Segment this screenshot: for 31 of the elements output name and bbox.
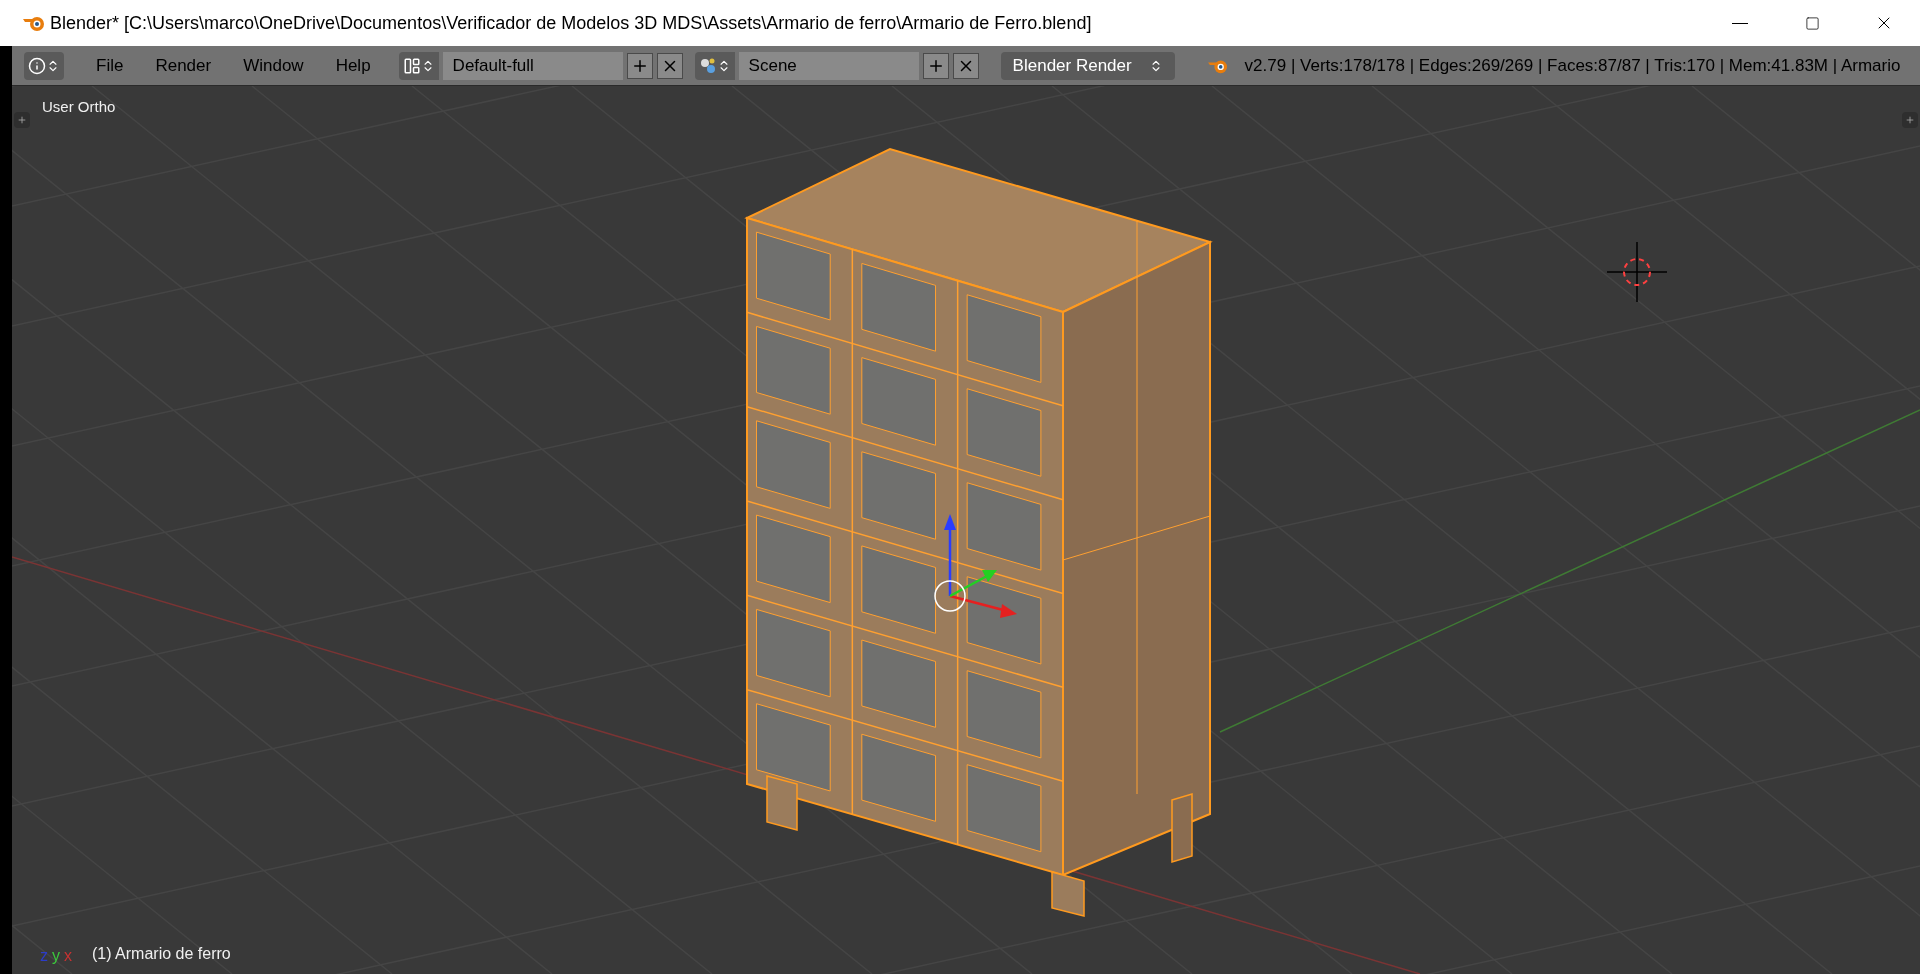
window-title: Blender* [C:\Users\marco\OneDrive\Documentos\Verificador de Modelos 3D MDS\Assets\Armario de ferro\Armario de Ferro.blend] — [50, 11, 1092, 35]
minimize-icon — [1732, 22, 1748, 24]
scene-name-field[interactable]: Scene — [738, 51, 919, 80]
menu-item[interactable]: Render — [141, 52, 226, 79]
render-engine-dropdown[interactable]: Blender Render — [1000, 51, 1175, 80]
scene-selector-button[interactable] — [694, 51, 735, 80]
3d-cursor-icon[interactable] — [1606, 241, 1668, 303]
delete-scene-button[interactable] — [952, 52, 979, 79]
delete-layout-button[interactable] — [656, 52, 683, 79]
editor-type-button[interactable] — [24, 51, 64, 80]
layout-selector-button[interactable] — [398, 51, 439, 80]
menu-item[interactable]: File — [82, 52, 138, 79]
layout-name-field[interactable]: Default-full — [442, 51, 623, 80]
add-scene-button[interactable] — [922, 52, 949, 79]
axis-label: y — [52, 948, 60, 964]
plus-icon — [1905, 115, 1915, 125]
axis-label: z — [40, 948, 48, 964]
maximize-icon — [1804, 15, 1820, 31]
add-layout-button[interactable] — [626, 52, 653, 79]
layout-icon — [402, 56, 421, 75]
object-label: (1) Armario de ferro — [92, 944, 231, 964]
axis-label: x — [64, 948, 72, 964]
menu-item[interactable]: Window — [229, 52, 318, 79]
menu-item[interactable]: Help — [321, 52, 385, 79]
view-name: User Ortho — [42, 97, 116, 117]
info-icon — [28, 56, 46, 75]
scene-icon — [698, 56, 717, 75]
3d-viewport[interactable]: User Ortho z y x (1) Armario de ferro — [12, 86, 1920, 974]
scene-statistics: v2.79 | Verts:178/178 | Edges:269/269 | Faces:87/87 | Tris:170 | Mem:41.83M | Armario — [1244, 54, 1901, 77]
transform-gizmo[interactable] — [934, 514, 1017, 618]
plus-icon — [17, 115, 27, 125]
